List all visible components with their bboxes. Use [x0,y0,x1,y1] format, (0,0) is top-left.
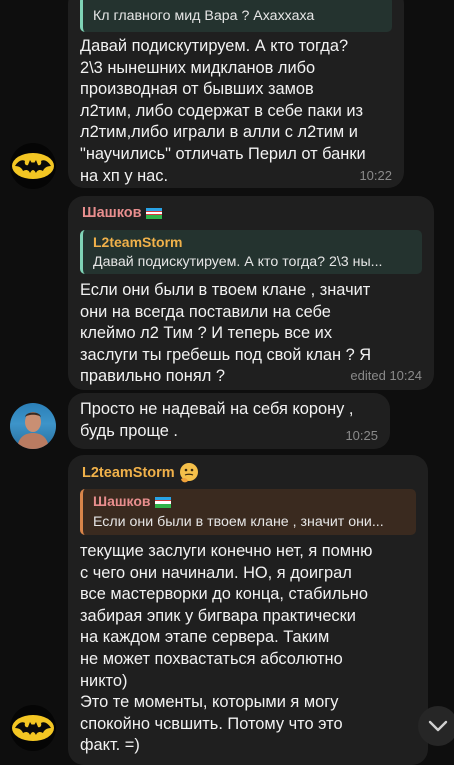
message-timestamp: 10:22 [359,168,392,183]
sender-name[interactable]: L2teamStorm [82,465,175,481]
thinking-emoji-icon [180,463,198,483]
message-bubble[interactable]: Просто не надевай на себя корону , будь … [68,393,390,449]
avatar[interactable] [10,705,56,751]
uzbekistan-flag-icon [145,207,162,219]
message-text: текущие заслуги конечно нет, я помню с ч… [80,542,373,755]
message-timestamp: edited 10:24 [350,368,422,383]
message-timestamp: 10:25 [345,428,378,443]
message-text: Просто не надевай на себя корону , будь … [80,400,354,440]
reply-quote[interactable]: Кл главного мид Вара ? Ахаххаха [80,0,392,32]
user-photo-avatar[interactable] [10,403,56,449]
reply-quote-text: Если они были в твоем клане , значит они… [93,514,384,530]
batman-logo-icon [12,153,54,179]
message-bubble[interactable]: Кл главного мид Вара ? Ахаххаха Давай по… [68,0,404,188]
reply-quote-author: Шашков [93,493,171,509]
message-bubble[interactable]: Шашков L2teamStorm Давай подискутируем. … [68,196,434,390]
person-photo-icon [17,412,49,449]
reply-quote[interactable]: Шашков Если они были в твоем клане , зна… [80,489,416,535]
message-text: Давай подискутируем. А кто тогда? 2\3 ны… [80,37,366,185]
reply-quote[interactable]: L2teamStorm Давай подискутируем. А кто т… [80,230,422,274]
scroll-down-button[interactable] [418,706,454,746]
batman-logo-icon [12,715,54,741]
sender-name[interactable]: Шашков [82,205,162,221]
reply-quote-author: L2teamStorm [93,234,183,250]
reply-quote-text: Кл главного мид Вара ? Ахаххаха [93,8,315,24]
uzbekistan-flag-icon [154,496,171,508]
message-bubble[interactable]: L2teamStorm Шашков Если они были в твоем… [68,455,428,765]
chevron-down-icon [428,720,448,732]
reply-quote-text: Давай подискутируем. А кто тогда? 2\3 ны… [93,254,383,270]
avatar[interactable] [10,143,56,189]
